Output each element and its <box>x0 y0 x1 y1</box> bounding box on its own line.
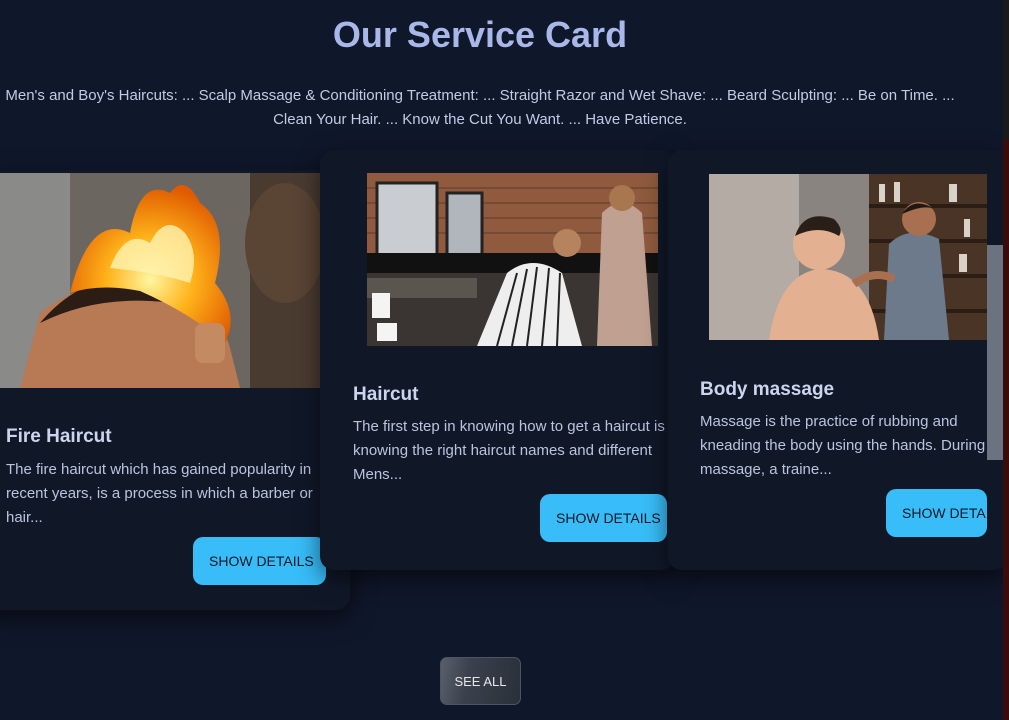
scrollbar-thumb[interactable] <box>987 245 1003 460</box>
show-details-button[interactable]: SHOW DETAILS <box>193 537 326 585</box>
card-title: Haircut <box>353 384 419 405</box>
service-card-haircut: Haircut The first step in knowing how to… <box>320 150 675 570</box>
card-description: The fire haircut which has gained popula… <box>6 461 313 526</box>
window-edge <box>1003 0 1009 720</box>
service-card-fire-haircut: Fire Haircut The fire haircut which has … <box>0 170 350 610</box>
card-description: Massage is the practice of rubbing and k… <box>700 413 986 478</box>
see-all-button[interactable]: SEE ALL <box>440 657 521 705</box>
barbershop-photo <box>367 173 658 346</box>
show-details-button[interactable]: SHOW DETAILS <box>540 494 667 542</box>
section-subtitle: Men's and Boy's Haircuts: ... Scalp Mass… <box>0 84 980 132</box>
fire-haircut-photo <box>0 173 321 388</box>
massage-photo <box>709 174 987 340</box>
card-description: The first step in knowing how to get a h… <box>353 418 665 483</box>
service-card-body-massage: Body massage Massage is the practice of … <box>668 150 1008 570</box>
subtitle-line-2: Clean Your Hair. ... Know the Cut You Wa… <box>273 111 687 128</box>
card-title: Fire Haircut <box>6 426 112 447</box>
show-details-button[interactable]: SHOW DETAILS <box>886 489 987 537</box>
card-title: Body massage <box>700 379 835 400</box>
subtitle-line-1: Men's and Boy's Haircuts: ... Scalp Mass… <box>5 87 955 104</box>
section-title: Our Service Card <box>332 14 628 55</box>
